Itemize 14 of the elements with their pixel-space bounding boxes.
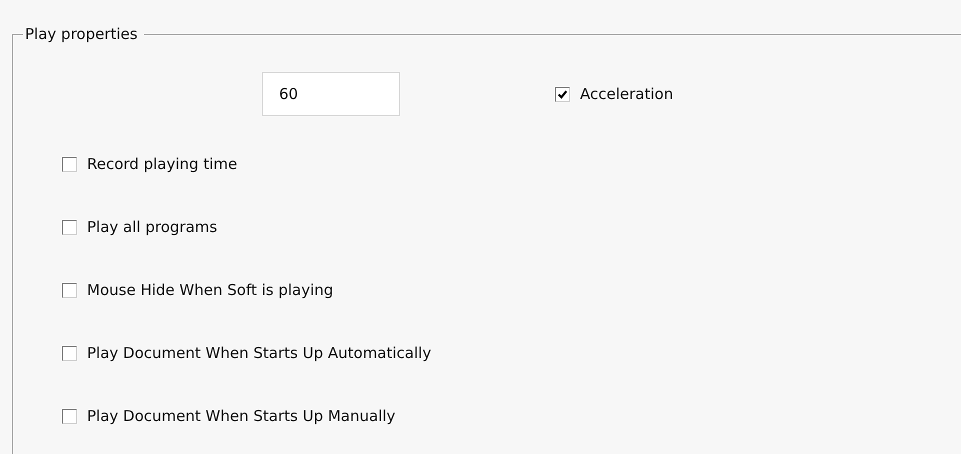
checkbox[interactable] xyxy=(62,282,77,298)
checkbox[interactable] xyxy=(555,86,570,102)
checkbox[interactable] xyxy=(62,408,77,424)
checkbox-label: Record playing time xyxy=(87,155,238,173)
checkbox-label: Play all programs xyxy=(87,218,218,236)
checkbox-label: Acceleration xyxy=(580,85,674,103)
checkbox-label: Play Document When Starts Up Manually xyxy=(87,407,396,425)
checkbox[interactable] xyxy=(62,346,77,360)
checkbox[interactable] xyxy=(62,220,77,234)
checkbox-label: Play Document When Starts Up Automatically xyxy=(87,344,432,362)
checkbox-label: Mouse Hide When Soft is playing xyxy=(87,281,334,299)
checkbox[interactable] xyxy=(62,156,77,172)
number-field[interactable]: 60 xyxy=(262,72,400,116)
group-title: Play properties xyxy=(24,25,139,43)
